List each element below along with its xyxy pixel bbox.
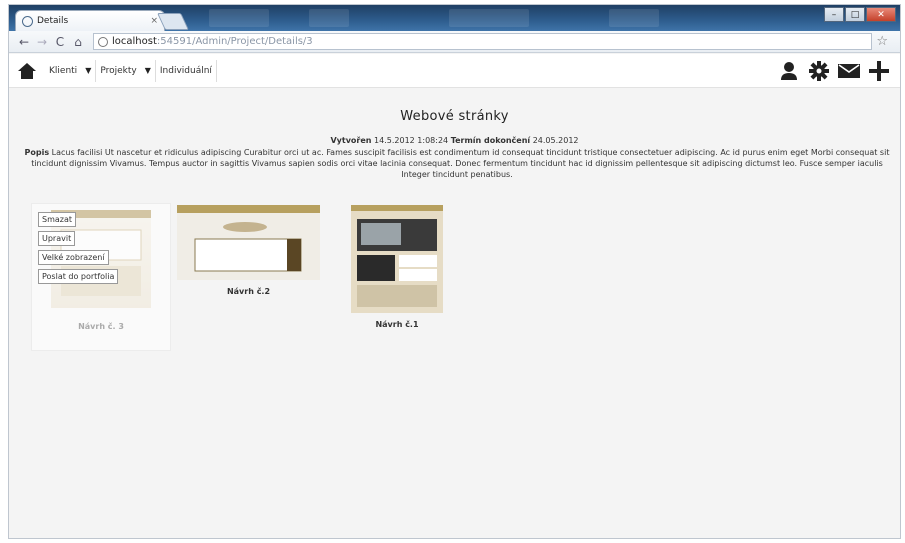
url-path: :54591/Admin/Project/Details/3 [156, 36, 313, 47]
home-icon[interactable]: ⌂ [69, 35, 87, 49]
back-arrow-icon[interactable]: ← [15, 35, 33, 49]
design-thumbnail[interactable] [177, 205, 320, 280]
tab-title: Details [37, 16, 69, 26]
large-view-button[interactable]: Velké zobrazení [38, 250, 109, 265]
project-dates: Vytvořen 14.5.2012 1:08:24 Termín dokonč… [9, 136, 900, 145]
design-actions-menu: Smazat Upravit Velké zobrazení Poslat do… [38, 212, 119, 288]
address-toolbar: ← → C ⌂ localhost:54591/Admin/Project/De… [9, 31, 900, 53]
url-bar[interactable]: localhost:54591/Admin/Project/Details/3 [93, 33, 872, 50]
nav-item-label: Individuální [159, 65, 212, 76]
page-info-icon[interactable] [98, 36, 108, 47]
plus-icon [869, 61, 889, 81]
project-description: Popis Lacus facilisi Ut nascetur et ridi… [19, 147, 895, 180]
settings-button[interactable] [804, 58, 834, 84]
house-icon [18, 62, 36, 79]
description-text: Lacus facilisi Ut nascetur et ridiculus … [31, 148, 890, 179]
browser-tab[interactable]: Details × [15, 10, 165, 31]
nav-item-label: Projekty [100, 65, 137, 76]
nav-icon-group [774, 58, 894, 84]
caret-down-icon: ▼ [85, 66, 92, 75]
app-home-button[interactable] [9, 54, 45, 88]
mail-icon [838, 64, 860, 78]
nav-item-klienti[interactable]: Klienti ▼ [45, 59, 97, 82]
design-card[interactable]: Smazat Upravit Velké zobrazení Poslat do… [31, 203, 171, 351]
design-caption: Návrh č. 3 [78, 322, 124, 331]
project-title: Webové stránky [400, 109, 509, 124]
browser-window: Details × – □ ✕ ← → C ⌂ localhost:54591/… [8, 4, 901, 539]
close-window-button[interactable]: ✕ [866, 7, 896, 22]
title-bar: Details × – □ ✕ [9, 5, 900, 31]
bookmark-star-icon[interactable]: ☆ [876, 34, 888, 49]
nav-item-label: Klienti [49, 65, 78, 76]
edit-button[interactable]: Upravit [38, 231, 76, 246]
design-card[interactable]: Návrh č.2 [177, 205, 320, 296]
send-to-portfolio-button[interactable]: Poslat do portfolia [38, 269, 119, 284]
design-caption: Návrh č.2 [226, 287, 271, 296]
created-value: 14.5.2012 1:08:24 [374, 136, 449, 145]
deadline-value: 24.05.2012 [532, 136, 579, 145]
caret-down-icon: ▼ [144, 66, 151, 75]
add-button[interactable] [864, 58, 894, 84]
design-preview-image [177, 205, 320, 280]
gear-icon [809, 61, 829, 81]
design-preview-image [351, 205, 443, 313]
created-label: Vytvořen [330, 136, 372, 145]
user-button[interactable] [774, 58, 804, 84]
design-card[interactable]: Návrh č.1 [351, 205, 443, 331]
nav-item-projekty[interactable]: Projekty ▼ [96, 59, 156, 82]
nav-item-individualni[interactable]: Individuální [156, 59, 217, 82]
url-host: localhost [112, 36, 157, 47]
forward-arrow-icon[interactable]: → [33, 35, 51, 49]
deadline-label: Termín dokončení [450, 136, 531, 145]
design-thumbnail[interactable] [351, 205, 443, 313]
window-controls: – □ ✕ [823, 7, 896, 22]
app-navigation: Klienti ▼ Projekty ▼ Individuální [9, 54, 900, 88]
user-icon [781, 62, 797, 80]
reload-icon[interactable]: C [51, 35, 69, 49]
delete-button[interactable]: Smazat [38, 212, 77, 227]
minimize-button[interactable]: – [824, 7, 844, 22]
design-caption: Návrh č.1 [375, 320, 419, 329]
messages-button[interactable] [834, 58, 864, 84]
tab-close-icon[interactable]: × [150, 16, 158, 26]
description-label: Popis [24, 148, 50, 157]
page-favicon-icon [22, 15, 33, 27]
maximize-button[interactable]: □ [845, 7, 865, 22]
